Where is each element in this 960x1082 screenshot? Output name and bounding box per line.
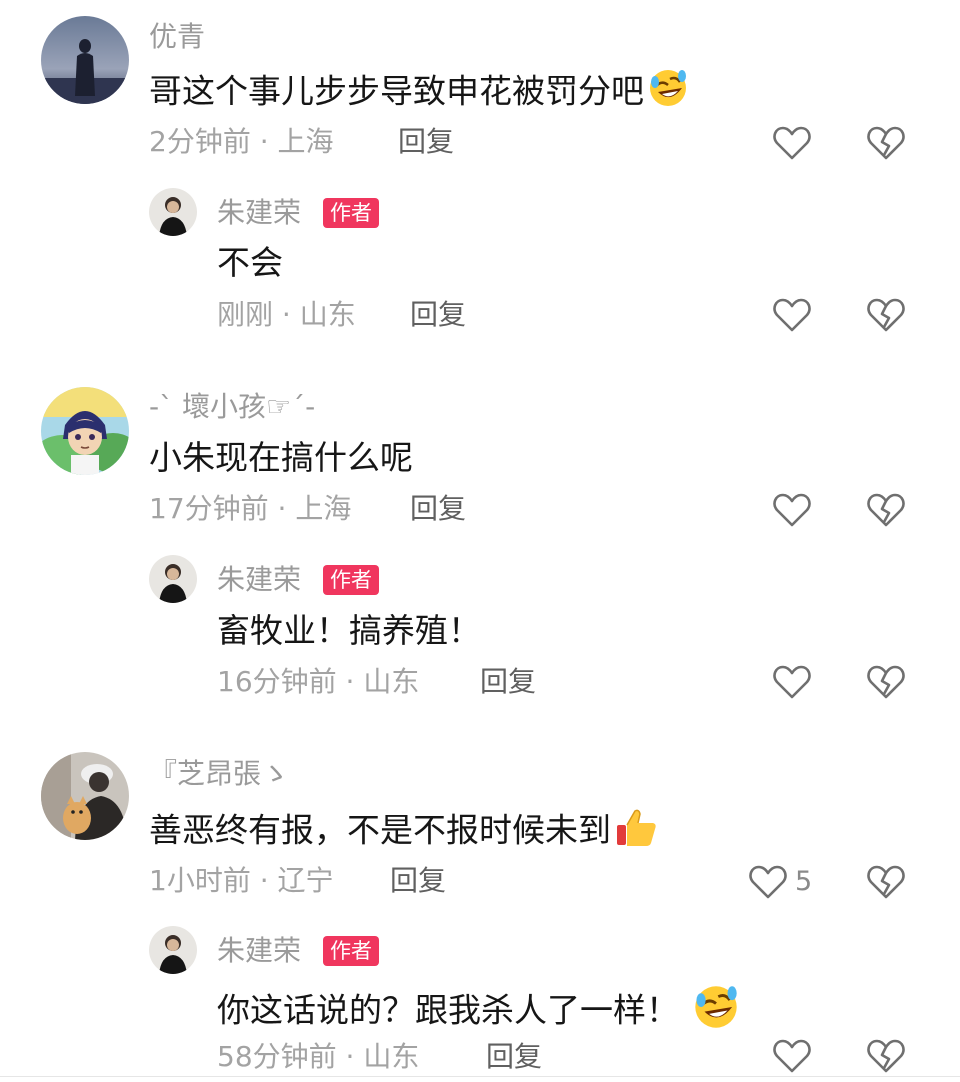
reply-location: 山东 [363,1040,420,1073]
reply-username[interactable]: 朱建荣 [217,934,301,968]
author-badge: 作者 [323,565,379,595]
author-portrait-avatar [149,555,197,603]
comment-location: 上海 [277,125,334,158]
heart-icon[interactable] [772,1038,812,1074]
comment-text: 善恶终有报，不是不报时候未到 [149,805,659,859]
comment-meta: 17分钟前 · 上海 [149,492,351,526]
avatar[interactable] [41,16,129,104]
author-portrait-avatar [149,926,197,974]
reply-username[interactable]: 朱建荣 [217,563,301,597]
reply-location: 山东 [363,665,420,698]
reply-time: 16分钟前 [217,665,337,698]
dusk-silhouette-avatar [41,16,129,104]
heart-icon[interactable] [772,664,812,700]
comment-text: 小朱现在搞什么呢 [149,438,413,477]
comment-text-body: 哥这个事儿步步导致申花被罚分吧 [149,71,644,111]
comment-time: 1小时前 [149,864,251,897]
rolling-on-floor-laughing-emoji [693,984,739,1040]
meta-separator: · [336,665,364,698]
meta-separator: · [250,864,278,897]
comment-username[interactable]: 『芝昂張ゝ [149,757,289,791]
reply-text: 不会 [217,243,283,282]
broken-heart-icon[interactable] [866,1038,906,1074]
reply-time: 58分钟前 [217,1040,337,1073]
heart-icon[interactable] [772,125,812,161]
reply-text: 你这话说的？跟我杀人了一样！ [217,984,739,1040]
meta-separator: · [268,492,296,525]
comment-time: 17分钟前 [149,492,269,525]
comment-location: 辽宁 [277,864,334,897]
anime-character-avatar [41,387,129,475]
author-badge: 作者 [323,936,379,966]
comment-username[interactable]: 优青 [149,20,205,54]
broken-heart-icon[interactable] [866,297,906,333]
author-portrait-avatar [149,188,197,236]
reply-meta: 刚刚 · 山东 [217,298,356,332]
divider [0,1076,960,1077]
broken-heart-icon[interactable] [866,492,906,528]
avatar[interactable] [149,188,197,236]
broken-heart-icon[interactable] [866,125,906,161]
comment-time: 2分钟前 [149,125,251,158]
broken-heart-icon[interactable] [866,664,906,700]
author-badge: 作者 [323,198,379,228]
like-count: 5 [795,866,813,897]
meta-separator: · [273,298,300,331]
thumbs-up-emoji [615,805,659,859]
avatar[interactable] [41,387,129,475]
meta-separator: · [250,125,278,158]
reply-username[interactable]: 朱建荣 [217,196,301,230]
reply-button[interactable]: 回复 [398,125,454,159]
heart-icon[interactable] [772,492,812,528]
broken-heart-icon[interactable] [866,864,906,900]
comment-text-body: 善恶终有报，不是不报时候未到 [149,810,611,850]
comment-text: 哥这个事儿步步导致申花被罚分吧 [149,68,688,118]
comment-location: 上海 [295,492,352,525]
rolling-on-floor-laughing-emoji [648,68,688,118]
avatar[interactable] [41,752,129,840]
reply-button[interactable]: 回复 [390,864,446,898]
reply-text: 畜牧业！搞养殖！ [217,611,481,650]
meta-separator: · [336,1040,364,1073]
avatar[interactable] [149,555,197,603]
heart-icon[interactable] [748,864,788,900]
reply-button[interactable]: 回复 [486,1040,542,1074]
comment-username[interactable]: -ˋ 壞小孩☞ˊ- [149,390,315,424]
comment-meta: 2分钟前 · 上海 [149,125,334,159]
reply-meta: 16分钟前 · 山东 [217,665,419,699]
reply-button[interactable]: 回复 [410,298,466,332]
avatar[interactable] [149,926,197,974]
comment-meta: 1小时前 · 辽宁 [149,864,334,898]
heart-icon[interactable] [772,297,812,333]
reply-meta: 58分钟前 · 山东 [217,1040,419,1074]
reply-text-body: 你这话说的？跟我杀人了一样！ [217,990,679,1030]
reply-time: 刚刚 [217,298,274,331]
reply-button[interactable]: 回复 [480,665,536,699]
person-with-cat-avatar [41,752,129,840]
reply-location: 山东 [299,298,356,331]
reply-button[interactable]: 回复 [410,492,466,526]
